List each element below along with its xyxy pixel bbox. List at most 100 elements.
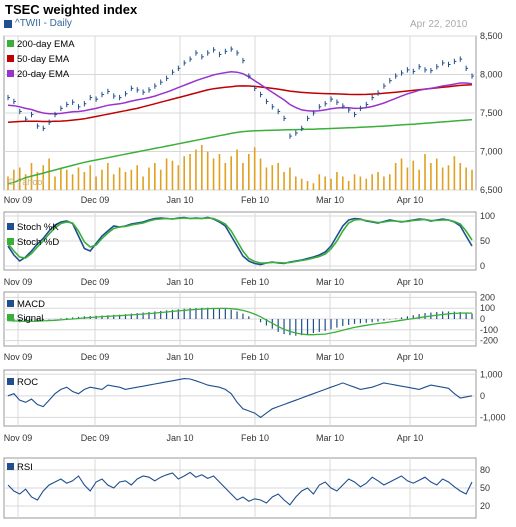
roc-panel-ytick-label: 1,000 [480, 369, 503, 379]
volume-bar [447, 165, 450, 190]
volume-bar [177, 165, 180, 190]
legend-stoch-k-swatch [7, 223, 14, 230]
volume-bar [253, 147, 256, 190]
roc-panel-xtick-label: Feb 10 [241, 433, 269, 443]
volume-bar [136, 165, 139, 190]
price-panel-ytick-label: 7,000 [480, 147, 503, 157]
volume-bar [95, 176, 97, 190]
volume-bar [371, 174, 373, 190]
volume-bar [418, 169, 420, 190]
roc-panel-ytick-label: 0 [480, 391, 485, 401]
yahoo-watermark: © Yahoo! [8, 177, 45, 187]
volume-bar [248, 154, 250, 190]
volume-bar [265, 167, 268, 190]
volume-bar [406, 167, 409, 190]
legend-signal-label: Signal [17, 313, 43, 324]
volume-bar [101, 169, 103, 190]
volume-bar [353, 174, 356, 190]
volume-bar [394, 163, 397, 190]
price-panel-xtick-label: Nov 09 [4, 195, 33, 205]
chart-root: TSEC weighted index ^TWII - Daily Apr 22… [0, 0, 516, 527]
legend-signal-swatch [7, 314, 14, 321]
roc-panel-xtick-label: Jan 10 [166, 433, 193, 443]
volume-bar [124, 172, 127, 190]
macd-panel-xtick-label: Nov 09 [4, 352, 33, 362]
legend-stoch-k-label: Stoch %K [17, 222, 59, 233]
volume-bar [154, 163, 156, 190]
volume-bar [230, 156, 232, 190]
legend-ema200-label: 200-day EMA [17, 39, 75, 50]
volume-bar [412, 160, 415, 190]
legend-ema50-swatch [7, 55, 14, 62]
legend-ema200-swatch [7, 40, 14, 47]
stoch-panel-xtick-label: Dec 09 [81, 277, 110, 287]
volume-bar [242, 163, 244, 190]
price-panel-xtick-label: Jan 10 [166, 195, 193, 205]
legend-ema50-label: 50-day EMA [17, 54, 70, 65]
price-panel-xtick-label: Feb 10 [241, 195, 269, 205]
volume-bar [330, 178, 332, 190]
stoch-panel-xtick-label: Apr 10 [397, 277, 424, 287]
legend-macd-swatch [7, 300, 14, 307]
legend-rsi-label: RSI [17, 462, 33, 473]
macd-panel-xtick-label: Dec 09 [81, 352, 110, 362]
volume-bar [465, 167, 467, 190]
rsi-panel-ytick-label: 20 [480, 501, 490, 511]
volume-bar [201, 145, 203, 190]
stoch-panel-ytick-label: 50 [480, 236, 490, 246]
price-panel-xtick-label: Dec 09 [81, 195, 110, 205]
macd-panel-ytick-label: 200 [480, 292, 495, 302]
macd-panel-ytick-label: 100 [480, 303, 495, 313]
volume-bar [336, 172, 338, 190]
volume-bar [107, 163, 109, 190]
stoch-panel-xtick-label: Feb 10 [241, 277, 269, 287]
volume-bar [312, 183, 315, 190]
volume-bar [277, 163, 279, 190]
macd-panel-xtick-label: Mar 10 [316, 352, 344, 362]
volume-bar [206, 151, 209, 190]
roc-panel-xtick-label: Nov 09 [4, 433, 33, 443]
volume-bar [430, 163, 432, 190]
legend-rsi-swatch [7, 463, 14, 470]
volume-bar [54, 176, 56, 190]
chart-canvas: 8,500 8,000 7,500 7,000 6,500 200-day EMA 50-d… [3, 31, 506, 519]
volume-bar [435, 158, 438, 190]
macd-panel-xtick-label: Apr 10 [397, 352, 424, 362]
legend-roc-swatch [7, 378, 14, 385]
legend-stoch-d-swatch [7, 238, 14, 245]
volume-bar [400, 158, 403, 190]
volume-bar [283, 172, 285, 190]
volume-bar [71, 174, 74, 190]
legend-ema20-swatch [7, 70, 14, 77]
volume-bar [347, 181, 350, 190]
roc-panel-xtick-label: Apr 10 [397, 433, 424, 443]
volume-bar [48, 158, 50, 190]
volume-bar [388, 174, 391, 190]
price-panel-xtick-label: Mar 10 [316, 195, 344, 205]
volume-bar [212, 158, 215, 190]
volume-bar [383, 176, 385, 190]
volume-bar [236, 149, 238, 190]
volume-bar [165, 158, 168, 190]
volume-bar [118, 167, 121, 190]
volume-bar [148, 167, 150, 190]
stoch-panel-ytick-label: 0 [480, 261, 485, 271]
stoch-panel-xtick-label: Jan 10 [166, 277, 193, 287]
volume-bar [365, 178, 368, 190]
volume-bar [324, 176, 326, 190]
legend-roc-label: ROC [17, 377, 38, 388]
volume-bar [218, 154, 221, 190]
volume-bar [341, 176, 344, 190]
volume-bar [224, 163, 227, 190]
volume-bar [195, 149, 197, 190]
volume-bar [424, 154, 426, 190]
volume-bar [259, 158, 262, 190]
legend-stoch-d-label: Stoch %D [17, 237, 59, 248]
rsi-panel-ytick-label: 80 [480, 465, 490, 475]
volume-bar [65, 169, 68, 190]
stoch-panel-xtick-label: Nov 09 [4, 277, 33, 287]
volume-bar [453, 156, 456, 190]
volume-bar [318, 174, 321, 190]
roc-panel-xtick-label: Mar 10 [316, 433, 344, 443]
price-panel-xtick-label: Apr 10 [397, 195, 424, 205]
